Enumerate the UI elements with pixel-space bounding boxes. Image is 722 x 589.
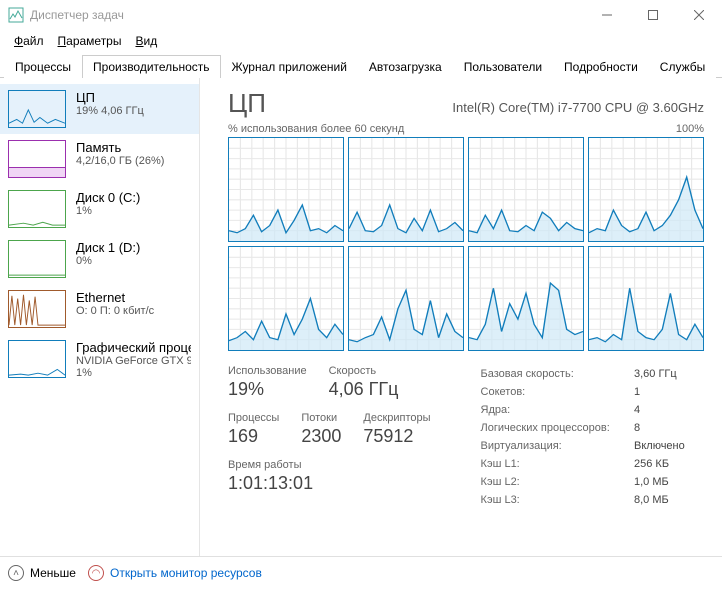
sidebar-item-disk0[interactable]: Диск 0 (C:) 1%	[0, 184, 199, 234]
sidebar-cpu-sub: 19% 4,06 ГГц	[76, 105, 191, 117]
stat-handles: Дескрипторы 75912	[363, 412, 430, 447]
sidebar-gpu-sub2: 1%	[76, 367, 191, 379]
titlebar: Диспетчер задач	[0, 0, 722, 30]
tab-details[interactable]: Подробности	[553, 55, 649, 78]
sidebar: ЦП 19% 4,06 ГГц Память 4,2/16,0 ГБ (26%)…	[0, 78, 200, 556]
sidebar-item-disk1[interactable]: Диск 1 (D:) 0%	[0, 234, 199, 284]
tab-services[interactable]: Службы	[649, 55, 716, 78]
core-chart-2	[468, 137, 584, 242]
cpu-thumb	[8, 90, 66, 128]
sidebar-item-memory[interactable]: Память 4,2/16,0 ГБ (26%)	[0, 134, 199, 184]
chevron-up-icon: ˄	[8, 565, 24, 581]
main-header: ЦП Intel(R) Core(TM) i7-7700 CPU @ 3.60G…	[228, 88, 704, 119]
cpu-cores-grid[interactable]	[228, 137, 704, 351]
open-resmon-link[interactable]: ◠ Открыть монитор ресурсов	[88, 565, 262, 581]
stats: Использование 19% Скорость 4,06 ГГц Проц…	[228, 365, 704, 509]
menu-view[interactable]: Вид	[129, 32, 163, 50]
core-chart-5	[348, 246, 464, 351]
stats-right: Базовая скорость:3,60 ГГц Сокетов:1 Ядра…	[481, 365, 704, 509]
sidebar-gpu-title: Графический процессор 0	[76, 340, 191, 355]
core-chart-3	[588, 137, 704, 242]
info-logical: Логических процессоров:8	[481, 419, 704, 437]
disk0-thumb	[8, 190, 66, 228]
info-base-speed: Базовая скорость:3,60 ГГц	[481, 365, 704, 383]
gpu-thumb	[8, 340, 66, 378]
main-panel: ЦП Intel(R) Core(TM) i7-7700 CPU @ 3.60G…	[200, 78, 722, 556]
tab-processes[interactable]: Процессы	[4, 55, 82, 78]
window-title: Диспетчер задач	[30, 8, 584, 22]
core-chart-7	[588, 246, 704, 351]
footer: ˄ Меньше ◠ Открыть монитор ресурсов	[0, 556, 722, 589]
info-cores: Ядра:4	[481, 401, 704, 419]
menu-options[interactable]: Параметры	[52, 32, 128, 50]
sidebar-disk0-title: Диск 0 (C:)	[76, 190, 191, 205]
tab-app-history[interactable]: Журнал приложений	[221, 55, 358, 78]
sidebar-disk1-title: Диск 1 (D:)	[76, 240, 191, 255]
sidebar-memory-title: Память	[76, 140, 191, 155]
window-controls	[584, 0, 722, 30]
info-virtualization: Виртуализация:Включено	[481, 437, 704, 455]
ethernet-thumb	[8, 290, 66, 328]
core-chart-1	[348, 137, 464, 242]
stats-left: Использование 19% Скорость 4,06 ГГц Проц…	[228, 365, 431, 509]
info-l3: Кэш L3:8,0 МБ	[481, 491, 704, 509]
tab-performance[interactable]: Производительность	[82, 55, 220, 78]
fewer-details-button[interactable]: ˄ Меньше	[8, 565, 76, 581]
menu-file[interactable]: Файл	[8, 32, 50, 50]
sidebar-cpu-title: ЦП	[76, 90, 191, 105]
disk1-thumb	[8, 240, 66, 278]
stat-processes: Процессы 169	[228, 412, 279, 447]
sidebar-gpu-sub: NVIDIA GeForce GTX 960	[76, 355, 191, 367]
tab-startup[interactable]: Автозагрузка	[358, 55, 453, 78]
minimize-button[interactable]	[584, 0, 630, 30]
resmon-icon: ◠	[88, 565, 104, 581]
chart-caption: % использования более 60 секунд 100%	[228, 123, 704, 135]
stat-utilization: Использование 19%	[228, 365, 307, 400]
stat-speed: Скорость 4,06 ГГц	[329, 365, 399, 400]
info-l1: Кэш L1:256 КБ	[481, 455, 704, 473]
core-chart-4	[228, 246, 344, 351]
core-chart-0	[228, 137, 344, 242]
sidebar-item-cpu[interactable]: ЦП 19% 4,06 ГГц	[0, 84, 199, 134]
menubar: Файл Параметры Вид	[0, 30, 722, 52]
chart-label-right: 100%	[676, 123, 704, 135]
core-chart-6	[468, 246, 584, 351]
sidebar-memory-sub: 4,2/16,0 ГБ (26%)	[76, 155, 191, 167]
tabs: Процессы Производительность Журнал прило…	[0, 52, 722, 78]
stat-threads: Потоки 2300	[301, 412, 341, 447]
sidebar-ethernet-sub: О: 0 П: 0 кбит/с	[76, 305, 191, 317]
memory-thumb	[8, 140, 66, 178]
close-button[interactable]	[676, 0, 722, 30]
cpu-name: Intel(R) Core(TM) i7-7700 CPU @ 3.60GHz	[452, 100, 704, 115]
main-heading: ЦП	[228, 88, 266, 119]
content: ЦП 19% 4,06 ГГц Память 4,2/16,0 ГБ (26%)…	[0, 78, 722, 556]
stat-uptime: Время работы 1:01:13:01	[228, 459, 313, 494]
sidebar-item-gpu[interactable]: Графический процессор 0 NVIDIA GeForce G…	[0, 334, 199, 385]
sidebar-disk1-sub: 0%	[76, 255, 191, 267]
maximize-button[interactable]	[630, 0, 676, 30]
info-sockets: Сокетов:1	[481, 383, 704, 401]
tab-users[interactable]: Пользователи	[453, 55, 553, 78]
app-icon	[8, 7, 24, 23]
sidebar-ethernet-title: Ethernet	[76, 290, 191, 305]
chart-label-left: % использования более 60 секунд	[228, 123, 404, 135]
sidebar-item-ethernet[interactable]: Ethernet О: 0 П: 0 кбит/с	[0, 284, 199, 334]
sidebar-disk0-sub: 1%	[76, 205, 191, 217]
info-l2: Кэш L2:1,0 МБ	[481, 473, 704, 491]
